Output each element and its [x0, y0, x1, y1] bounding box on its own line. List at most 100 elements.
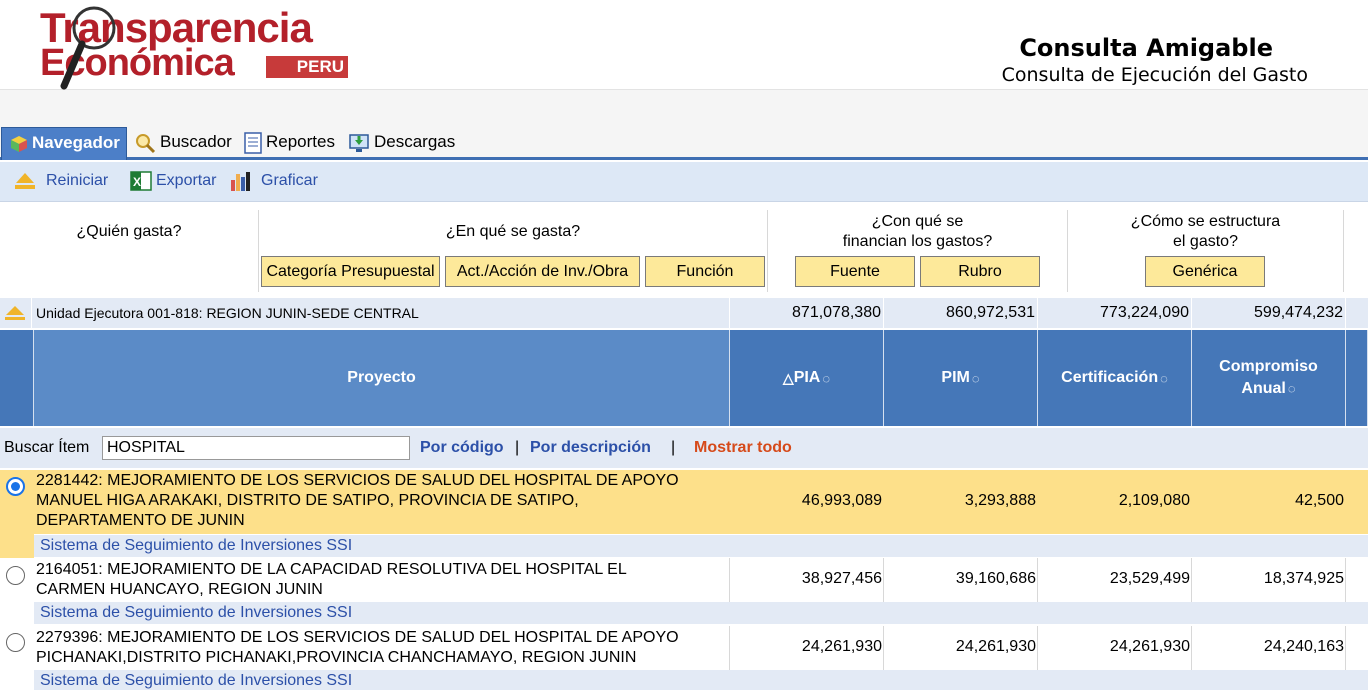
show-all-link[interactable]: Mostrar todo: [694, 439, 792, 457]
tab-descargas[interactable]: Descargas: [348, 127, 468, 160]
generica-button[interactable]: Genérica: [1145, 256, 1265, 287]
fuente-button[interactable]: Fuente: [795, 256, 915, 287]
col-divider: [1037, 558, 1038, 602]
row-pim: 24,261,930: [955, 638, 1036, 655]
row-pim: 39,160,686: [955, 570, 1036, 587]
question-panel: ¿Quién gasta? ¿En qué se gasta? Categorí…: [0, 210, 1344, 292]
search-input[interactable]: [102, 436, 410, 460]
row-desc-line: 2164051: MEJORAMIENTO DE LA CAPACIDAD RE…: [36, 561, 627, 578]
info-bubble-icon[interactable]: ◌: [1160, 371, 1168, 386]
table-row[interactable]: 2164051: MEJORAMIENTO DE LA CAPACIDAD RE…: [0, 558, 1368, 626]
logo-badge: PERU: [266, 56, 348, 78]
bar-chart-icon: [231, 172, 250, 191]
header-proyecto-label: Proyecto: [347, 369, 416, 386]
svg-text:X: X: [133, 175, 141, 189]
header-pia[interactable]: △ PIA ◌: [730, 330, 884, 426]
sort-asc-icon: △: [782, 369, 794, 386]
row-compromiso: 42,500: [1295, 492, 1344, 509]
download-monitor-icon: [349, 133, 369, 152]
search-row: Buscar Ítem Por código | Por descripción…: [0, 428, 1368, 468]
info-bubble-icon[interactable]: ◌: [1288, 381, 1296, 396]
summary-row: Unidad Ejecutora 001-818: REGION JUNIN-S…: [0, 298, 1368, 328]
row-desc-line: DEPARTAMENTO DE JUNIN: [36, 512, 245, 529]
summary-pia: 871,078,380: [730, 298, 884, 328]
reiniciar-button[interactable]: Reiniciar: [14, 170, 108, 194]
header-pim-label: PIM: [941, 369, 970, 386]
table-row[interactable]: 2279396: MEJORAMIENTO DE LOS SERVICIOS D…: [0, 626, 1368, 690]
row-desc-line: PICHANAKI,DISTRITO PICHANAKI,PROVINCIA C…: [36, 649, 637, 666]
row-description: 2281442: MEJORAMIENTO DE LOS SERVICIOS D…: [36, 471, 726, 531]
col-divider: [1191, 558, 1192, 602]
page-title: Consulta Amigable: [1019, 34, 1273, 62]
reset-up-icon: [15, 172, 35, 189]
tab-reportes[interactable]: Reportes: [244, 127, 344, 160]
row-radio[interactable]: [6, 633, 25, 652]
tab-label: Navegador: [32, 133, 120, 152]
como-label-1: ¿Cómo se estructura: [1130, 213, 1281, 230]
ssi-link[interactable]: Sistema de Seguimiento de Inversiones SS…: [34, 670, 1368, 690]
quien-gasta-label: ¿Quién gasta?: [76, 223, 182, 240]
tab-navegador[interactable]: Navegador: [1, 127, 127, 160]
table-row[interactable]: 2281442: MEJORAMIENTO DE LOS SERVICIOS D…: [0, 470, 1368, 558]
ssi-link[interactable]: Sistema de Seguimiento de Inversiones SS…: [34, 602, 1368, 624]
row-compromiso: 18,374,925: [1263, 570, 1344, 587]
tab-label: Descargas: [374, 132, 456, 151]
info-bubble-icon[interactable]: ◌: [972, 371, 980, 386]
rubro-button[interactable]: Rubro: [920, 256, 1040, 287]
col-divider: [883, 626, 884, 670]
categoria-presupuestal-button[interactable]: Categoría Presupuestal: [261, 256, 440, 287]
en-que-col: ¿En qué se gasta? Categoría Presupuestal…: [259, 210, 768, 292]
row-description: 2164051: MEJORAMIENTO DE LA CAPACIDAD RE…: [36, 560, 726, 600]
col-divider: [729, 558, 730, 602]
row-description: 2279396: MEJORAMIENTO DE LOS SERVICIOS D…: [36, 628, 726, 668]
row-compromiso: 24,240,163: [1263, 638, 1344, 655]
header-compromiso[interactable]: Compromiso Anual ◌: [1192, 330, 1346, 426]
search-by-desc-link[interactable]: Por descripción: [530, 439, 651, 457]
cube-icon: [11, 135, 27, 152]
search-by-code-link[interactable]: Por código: [420, 439, 504, 457]
en-que-label: ¿En qué se gasta?: [445, 223, 581, 240]
unidad-ejecutora-label: Unidad Ejecutora 001-818: REGION JUNIN-S…: [32, 298, 730, 328]
column-header: Proyecto △ PIA ◌ PIM ◌ Certificación ◌ Compr…: [0, 330, 1368, 426]
con-que-label-2: financian los gastos?: [842, 233, 993, 250]
search-separator: |: [515, 439, 520, 456]
col-divider: [1345, 558, 1346, 602]
row-desc-line: MANUEL HIGA ARAKAKI, DISTRITO DE SATIPO,…: [36, 492, 579, 509]
page-header: Transparencia Económica PERU Consulta Am…: [0, 0, 1368, 90]
header-compromiso-label-2: Anual: [1241, 380, 1286, 397]
collapse-cell[interactable]: [0, 298, 32, 328]
row-radio[interactable]: [6, 566, 25, 585]
summary-compromiso: 599,474,232: [1192, 298, 1346, 328]
como-label-2: el gasto?: [1173, 233, 1238, 250]
col-divider: [1191, 626, 1192, 670]
col-divider: [883, 558, 884, 602]
info-bubble-icon[interactable]: ◌: [822, 371, 830, 386]
header-proyecto[interactable]: Proyecto: [34, 330, 730, 426]
tab-label: Reportes: [266, 132, 335, 151]
tab-buscador[interactable]: Buscador: [134, 127, 239, 160]
col-divider: [1345, 626, 1346, 670]
row-pim: 3,293,888: [964, 492, 1036, 509]
magnifier-logo-icon: [60, 6, 116, 90]
con-que-col: ¿Con qué se financian los gastos? Fuente…: [768, 210, 1068, 292]
summary-pim: 860,972,531: [884, 298, 1038, 328]
row-pia: 38,927,456: [801, 570, 882, 587]
site-logo[interactable]: Transparencia Económica PERU: [40, 4, 360, 90]
ssi-link[interactable]: Sistema de Seguimiento de Inversiones SS…: [34, 535, 1368, 557]
funcion-button[interactable]: Función: [645, 256, 765, 287]
header-pim[interactable]: PIM ◌: [884, 330, 1038, 426]
search-label: Buscar Ítem: [4, 439, 90, 456]
exportar-button[interactable]: X Exportar: [130, 170, 216, 194]
row-pia: 46,993,089: [801, 492, 882, 509]
tab-label: Buscador: [160, 132, 232, 151]
row-certificacion: 2,109,080: [1118, 492, 1190, 509]
row-highlight-side: [0, 534, 34, 558]
header-certificacion-label: Certificación: [1061, 369, 1159, 386]
excel-icon: X: [130, 171, 152, 191]
row-radio[interactable]: [6, 477, 25, 496]
header-certificacion[interactable]: Certificación ◌: [1038, 330, 1192, 426]
row-pia: 24,261,930: [801, 638, 882, 655]
summary-certificacion: 773,224,090: [1038, 298, 1192, 328]
graficar-button[interactable]: Graficar: [229, 170, 318, 194]
actividad-button[interactable]: Act./Acción de Inv./Obra: [445, 256, 640, 287]
